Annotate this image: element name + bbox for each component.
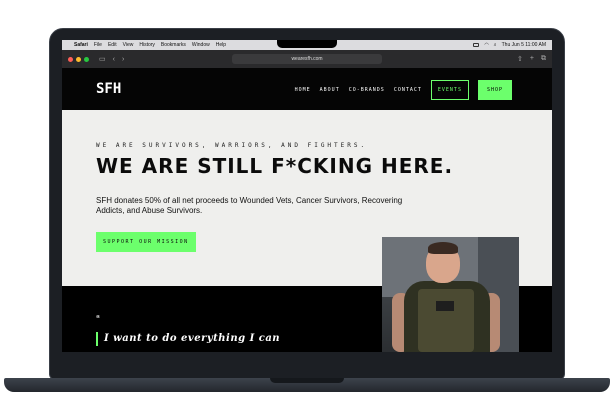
menu-window[interactable]: Window (192, 42, 210, 48)
safari-toolbar: ▭ ‹ › wearesfh.com ⇧ + ⧉ (62, 50, 552, 68)
nav-about[interactable]: ABOUT (320, 87, 340, 93)
site-header: SFH HOME ABOUT CO-BRANDS CONTACT EVENTS … (62, 68, 552, 110)
events-button[interactable]: EVENTS (430, 80, 469, 100)
camera-notch (277, 40, 337, 48)
shop-button[interactable]: SHOP (477, 80, 512, 100)
menubar-clock[interactable]: Thu Jun 5 11:00 AM (502, 42, 546, 48)
main-nav: HOME ABOUT CO-BRANDS CONTACT EVENTS SHOP (295, 80, 512, 100)
site-logo[interactable]: SFH (96, 81, 121, 97)
photo-hair (428, 242, 458, 254)
zoom-window-icon[interactable] (84, 56, 89, 62)
menu-view[interactable]: View (123, 42, 134, 48)
nav-co-brands[interactable]: CO-BRANDS (349, 87, 385, 93)
search-icon[interactable]: ⌕ (494, 42, 497, 48)
photo-vest-patch (436, 301, 454, 311)
support-mission-button[interactable]: SUPPORT OUR MISSION (96, 232, 196, 252)
menu-app[interactable]: Safari (74, 42, 88, 48)
address-bar[interactable]: wearesfh.com (232, 54, 382, 64)
nav-home[interactable]: HOME (295, 87, 311, 93)
nav-contact[interactable]: CONTACT (394, 87, 422, 93)
hero-headline: WE ARE STILL F*CKING HERE. (96, 154, 454, 178)
back-icon[interactable]: ‹ (113, 56, 115, 63)
hero-subtext: SFH donates 50% of all net proceeds to W… (96, 196, 403, 215)
menu-history[interactable]: History (139, 42, 155, 48)
hero-tagline: WE ARE SURVIVORS, WARRIORS, AND FIGHTERS… (96, 142, 368, 149)
quote-mark-icon: “ (96, 314, 100, 323)
menu-file[interactable]: File (94, 42, 102, 48)
menu-bookmarks[interactable]: Bookmarks (161, 42, 186, 48)
quote-text: I want to do everything I can (104, 333, 281, 344)
close-window-icon[interactable] (68, 56, 73, 62)
sidebar-icon[interactable]: ▭ (99, 55, 106, 63)
laptop-base-groove (270, 378, 344, 383)
tabs-overview-icon[interactable]: ⧉ (541, 55, 546, 63)
menu-help[interactable]: Help (216, 42, 226, 48)
forward-icon[interactable]: › (122, 56, 124, 63)
wifi-icon[interactable]: ◠ (484, 42, 488, 48)
address-url: wearesfh.com (291, 56, 323, 62)
battery-icon[interactable] (473, 43, 480, 47)
new-tab-icon[interactable]: + (530, 55, 534, 63)
menu-edit[interactable]: Edit (108, 42, 117, 48)
photo-vest (418, 289, 474, 352)
share-icon[interactable]: ⇧ (517, 55, 523, 63)
minimize-window-icon[interactable] (76, 56, 81, 62)
menubar-status: ◠ ⌕ Thu Jun 5 11:00 AM (473, 42, 546, 48)
testimonial-photo (382, 237, 519, 352)
screen: Safari File Edit View History Bookmarks … (62, 40, 552, 352)
quote-accent-bar (96, 332, 98, 346)
toolbar-actions: ⇧ + ⧉ (517, 55, 546, 63)
